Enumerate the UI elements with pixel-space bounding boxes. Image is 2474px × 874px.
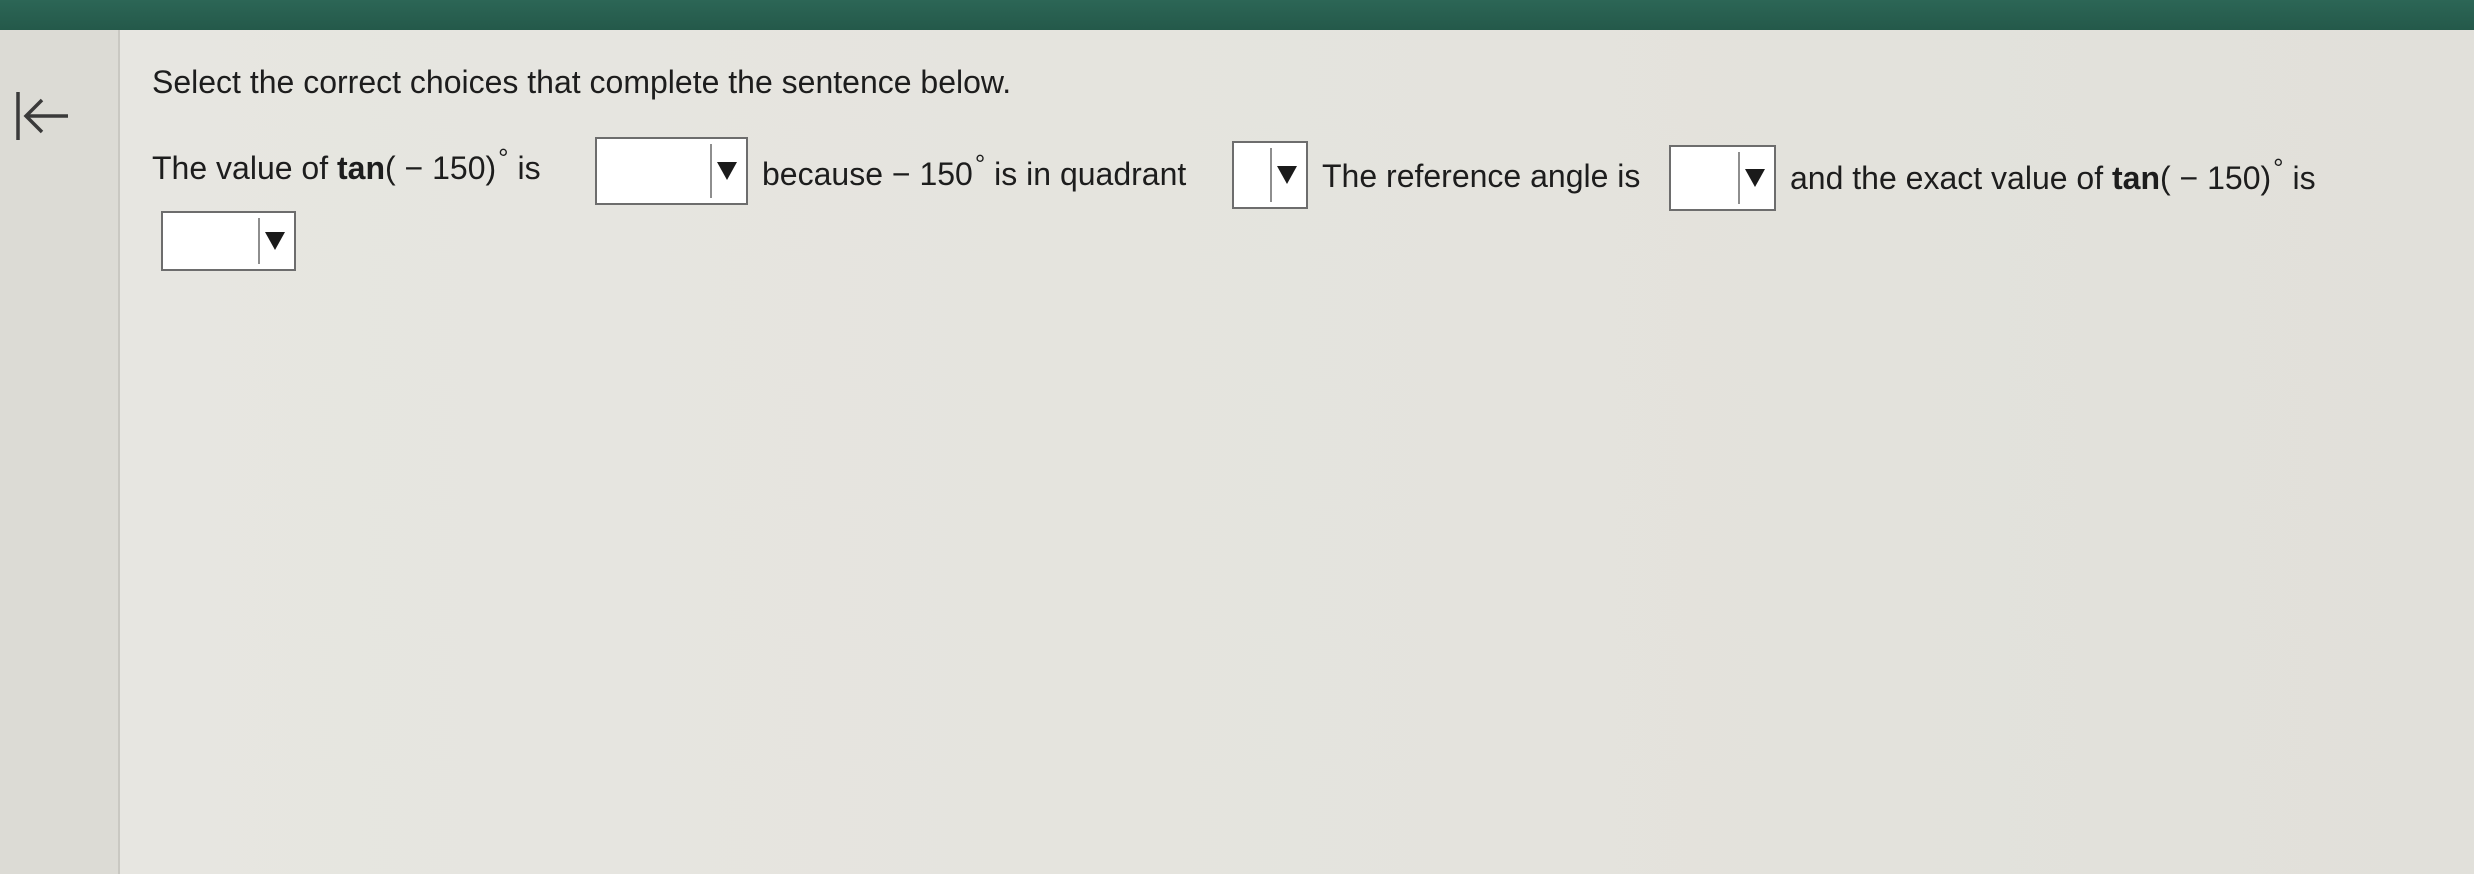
sentence-text: is <box>508 150 541 186</box>
sentence-part-1: The value of tan( − 150)° is <box>152 143 541 190</box>
degree-symbol: ° <box>2273 153 2284 183</box>
collapse-left-arrow-icon <box>16 92 68 140</box>
sentence-text: and the exact value of <box>1790 160 2112 196</box>
sentence-text: The reference angle is <box>1322 158 1641 194</box>
triangle-down-icon[interactable] <box>1270 148 1302 202</box>
triangle-down-icon[interactable] <box>1738 152 1770 204</box>
sentence-part-2: because − 150° is in quadrant <box>762 149 1187 196</box>
sentence-part-4: and the exact value of tan( − 150)° is <box>1790 153 2316 200</box>
degree-symbol: ° <box>498 143 509 173</box>
quadrant-dropdown[interactable] <box>1232 141 1308 209</box>
sentence-text: is in quadrant <box>985 156 1187 192</box>
tan-function-label: tan <box>2112 160 2160 196</box>
triangle-down-icon[interactable] <box>710 144 742 198</box>
top-bar <box>0 0 2474 30</box>
sentence-text: The value of <box>152 150 337 186</box>
sentence-text: because − 150 <box>762 156 973 192</box>
value-sign-dropdown[interactable] <box>595 137 748 205</box>
tan-function-label: tan <box>337 150 385 186</box>
exact-value-dropdown[interactable] <box>161 211 296 271</box>
angle-expression: ( − 150) <box>385 150 497 186</box>
collapse-panel-button[interactable] <box>6 82 76 152</box>
angle-expression: ( − 150) <box>2160 160 2272 196</box>
sentence-text: is <box>2283 160 2316 196</box>
triangle-down-icon[interactable] <box>258 218 290 264</box>
degree-symbol: ° <box>974 149 986 179</box>
instruction-text: Select the correct choices that complete… <box>152 64 1012 100</box>
reference-angle-dropdown[interactable] <box>1669 145 1776 211</box>
sidebar <box>0 30 120 874</box>
sentence-part-3: The reference angle is <box>1322 156 1640 196</box>
